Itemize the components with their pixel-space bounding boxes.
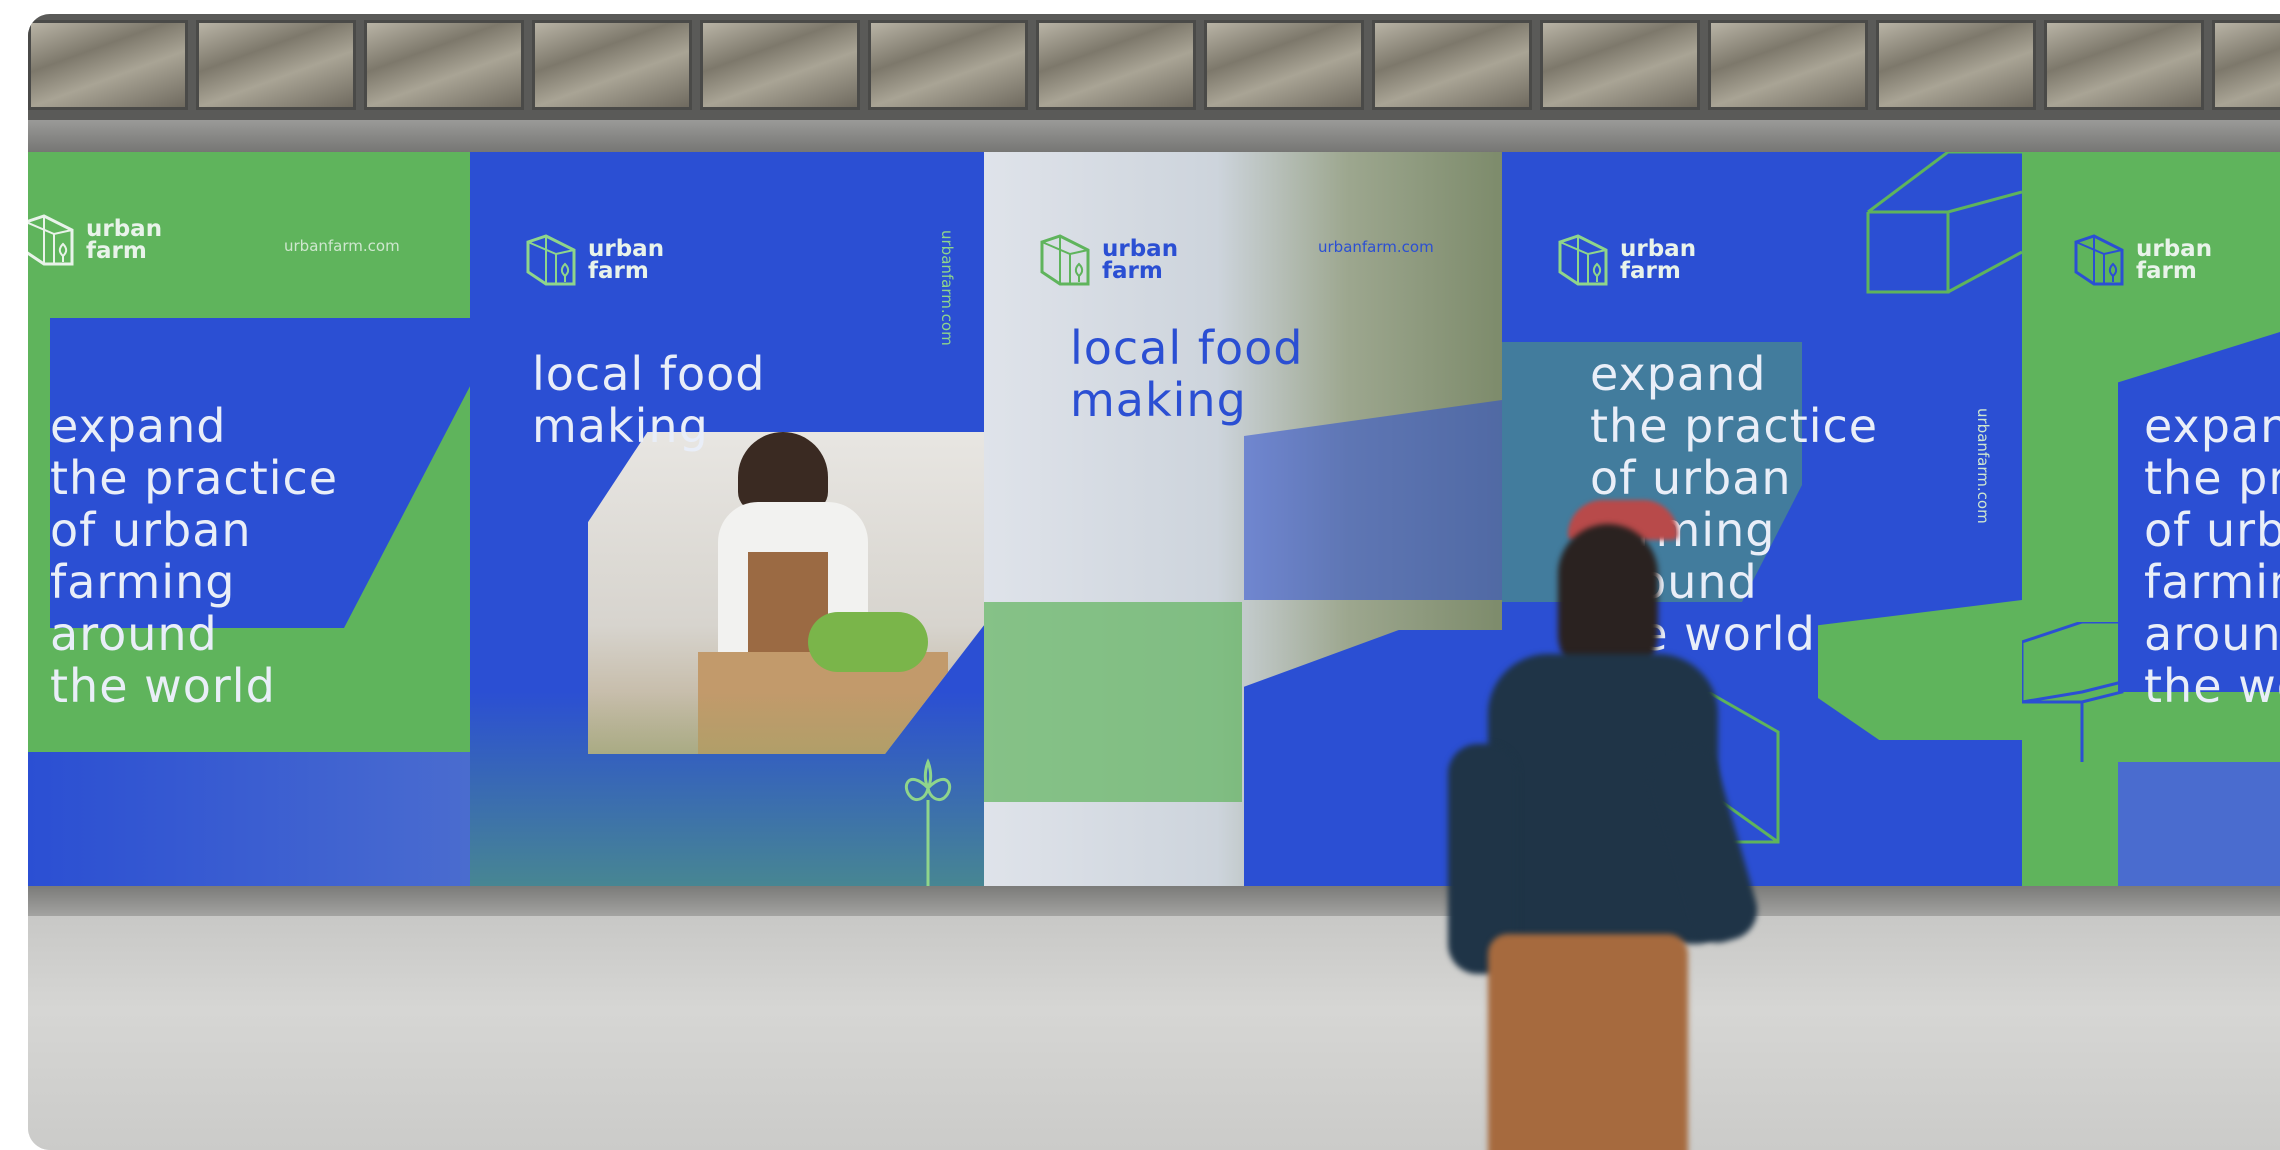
logo-text: urban farm	[2136, 236, 2213, 284]
billboard-frame	[28, 886, 2280, 916]
sprout-icon	[904, 758, 952, 888]
logo-cube-icon	[28, 214, 74, 266]
cube-outline-icon	[2022, 622, 2124, 762]
street-photo: urban farm urbanfarm.com expand the prac…	[28, 14, 2280, 1150]
poster-3: urban farm urbanfarm.com local food maki…	[984, 152, 1502, 888]
poster-5: urban farm expand the pra of urba farmin…	[2022, 152, 2280, 888]
urban-farm-logo: urban farm	[524, 232, 664, 288]
logo-cube-icon	[1558, 234, 1608, 286]
logo-text: urban farm	[86, 216, 163, 264]
poster-headline: local food making	[1070, 321, 1304, 427]
poster-headline: local food making	[532, 347, 766, 453]
logo-cube-icon	[2074, 234, 2124, 286]
cube-outline-icon	[1866, 152, 2022, 294]
urban-farm-logo: urban farm	[1556, 232, 1696, 288]
logo-text: urban farm	[1102, 236, 1179, 284]
poster-headline: expand the practice of urban farming aro…	[50, 399, 339, 713]
poster-2: urban farm urbanfarm.com local food maki…	[470, 152, 984, 888]
poster-url: urbanfarm.com	[284, 237, 400, 255]
poster-url: urbanfarm.com	[1318, 238, 1434, 256]
walking-person	[1448, 484, 1768, 1150]
poster-url: urbanfarm.com	[1974, 408, 1992, 524]
logo-text: urban farm	[588, 236, 665, 284]
poster-url: urbanfarm.com	[938, 230, 956, 346]
logo-cube-icon	[526, 234, 576, 286]
urban-farm-logo: urban farm	[2072, 232, 2212, 288]
poster-headline: expand the pra of urba farming around th…	[2144, 399, 2280, 713]
urban-farm-logo: urban farm	[1038, 232, 1178, 288]
logo-cube-icon	[1040, 234, 1090, 286]
urban-farm-logo: urban farm	[28, 212, 162, 268]
poster-1: urban farm urbanfarm.com expand the prac…	[28, 152, 470, 888]
glass-block-window	[28, 14, 2280, 120]
logo-text: urban farm	[1620, 236, 1697, 284]
concrete-wall	[28, 916, 2280, 1150]
